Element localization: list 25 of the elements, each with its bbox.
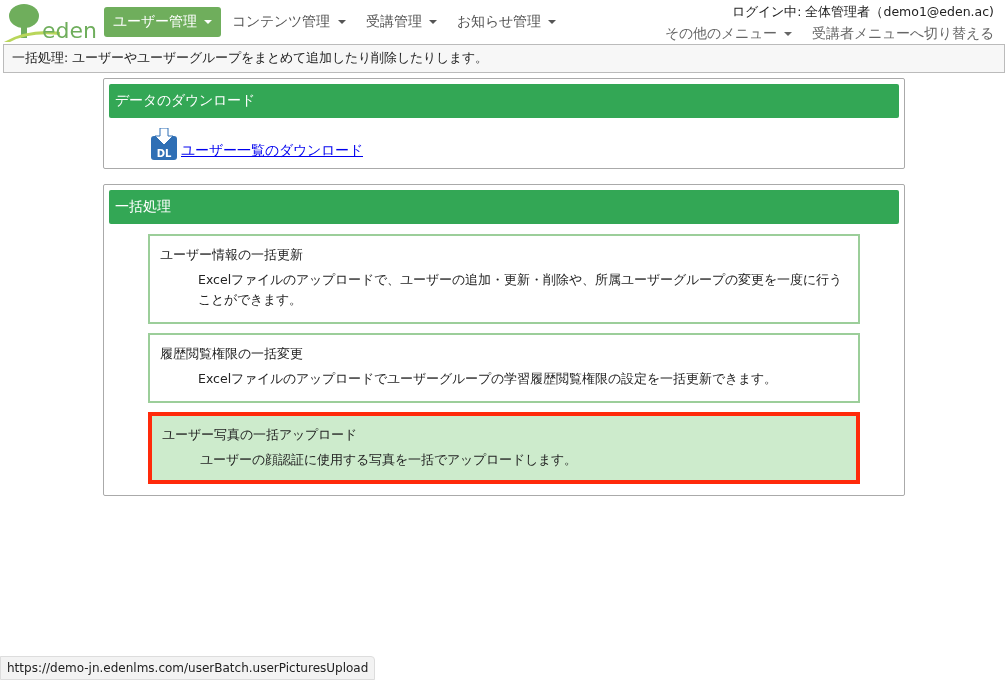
item-title: 履歴閲覧権限の一括変更 (160, 345, 304, 363)
item-description: Excelファイルのアップロードで、ユーザーの追加・更新・削除や、所属ユーザーグループの変更を一度に行うことができます。 (197, 271, 844, 309)
nav-menu[interactable]: 受講管理 (356, 7, 446, 37)
panel-title: 一括処理 (109, 190, 899, 224)
batch-item[interactable]: 履歴閲覧権限の一括変更 Excelファイルのアップロードでユーザーグループの学習履歴閲覧権限の設定を一括更新できます。 (148, 333, 860, 403)
caret-icon (204, 20, 213, 24)
nav-menu[interactable]: お知らせ管理 (447, 7, 566, 37)
caret-icon (548, 20, 557, 24)
status-url: https://demo-jn.edenlms.com/userBatch.userPicturesUpload (0, 656, 376, 680)
download-link[interactable]: ユーザー一覧のダウンロード (181, 142, 363, 160)
caret-icon (784, 32, 792, 36)
batch-item[interactable]: ユーザー情報の一括更新 Excelファイルのアップロードで、ユーザーの追加・更新・削除や、所属ユーザーグループの変更を一度に行うことができます。 (148, 234, 860, 324)
login-status: ログイン中: 全体管理者（demo1@eden.ac) (732, 4, 994, 21)
caret-icon (337, 20, 346, 24)
item-description: Excelファイルのアップロードでユーザーグループの学習履歴閲覧権限の設定を一括更新できます。 (197, 370, 779, 388)
item-title: ユーザー情報の一括更新 (160, 246, 304, 264)
info-bar: 一括処理: ユーザーやユーザーグループをまとめて追加したり削除したりします。 (3, 44, 1005, 73)
batch-item[interactable]: ユーザー写真の一括アップロード ユーザーの顔認証に使用する写真を一括でアップロードします。 (148, 412, 860, 484)
other-menu[interactable]: その他のメニュー (664, 25, 792, 43)
panel-title: データのダウンロード (109, 84, 899, 118)
switch-menu-link[interactable]: 受講者メニューへ切り替える (812, 25, 994, 43)
caret-icon (428, 20, 437, 24)
item-title: ユーザー写真の一括アップロード (162, 426, 358, 444)
nav-menu[interactable]: コンテンツ管理 (223, 7, 355, 37)
item-description: ユーザーの顔認証に使用する写真を一括でアップロードします。 (199, 451, 578, 469)
